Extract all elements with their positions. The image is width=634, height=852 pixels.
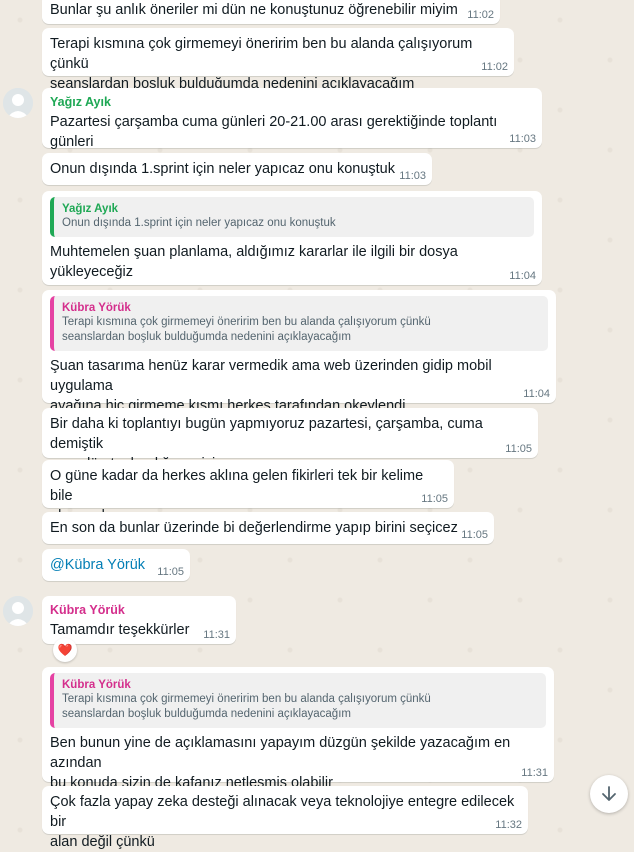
quoted-sender: Kübra Yörük — [62, 302, 131, 314]
message-bubble[interactable]: En son da bunlar üzerinde bi değerlendir… — [42, 512, 494, 544]
message-text: Bunlar şu anlık öneriler mi dün ne konuş… — [50, 2, 458, 18]
message-text: Çok fazla yapay zeka desteği alınacak ve… — [50, 794, 515, 850]
avatar[interactable] — [3, 88, 33, 118]
message-text: Ben bunun yine de açıklamasını yapayım d… — [50, 735, 511, 791]
message-text: Terapi kısmına çok girmemeyi öneririm be… — [50, 36, 473, 92]
message-time: 11:03 — [399, 170, 426, 182]
message-text: En son da bunlar üzerinde bi değerlendir… — [50, 520, 458, 536]
message-text: Tamamdır teşekkürler — [50, 622, 190, 638]
message-time: 11:02 — [481, 61, 508, 73]
sender-name[interactable]: Kübra Yörük — [50, 602, 228, 618]
quoted-sender: Kübra Yörük — [62, 679, 131, 691]
message-text: Muhtemelen şuan planlama, aldığımız kara… — [50, 244, 462, 280]
message-time: 11:05 — [461, 529, 488, 541]
message-text: Şuan tasarıma henüz karar vermedik ama w… — [50, 358, 492, 414]
message-bubble[interactable]: Terapi kısmına çok girmemeyi öneririm be… — [42, 28, 514, 92]
quoted-message[interactable]: Yağız Ayık Onun dışında 1.sprint için ne… — [50, 197, 534, 237]
message-bubble[interactable]: Kübra Yörük Terapi kısmına çok girmemeyi… — [42, 290, 556, 414]
message-bubble[interactable]: Bunlar şu anlık öneriler mi dün ne konuş… — [42, 0, 500, 24]
message-text: Pazartesi çarşamba cuma günleri 20-21.00… — [50, 114, 502, 150]
message-time: 11:04 — [509, 270, 536, 282]
message-bubble[interactable]: Kübra Yörük Terapi kısmına çok girmemeyi… — [42, 667, 554, 791]
message-bubble[interactable]: Kübra Yörük Tamamdır teşekkürler 11:31 — [42, 596, 236, 644]
message-bubble[interactable]: Yağız Ayık Pazartesi çarşamba cuma günle… — [42, 88, 542, 150]
message-time: 11:31 — [521, 767, 548, 779]
message-time: 11:05 — [505, 443, 532, 455]
message-bubble[interactable]: Bir daha ki toplantıyı bugün yapmıyoruz … — [42, 408, 538, 472]
scroll-to-bottom-button[interactable] — [590, 775, 628, 813]
message-bubble[interactable]: Çok fazla yapay zeka desteği alınacak ve… — [42, 786, 528, 850]
message-time: 11:05 — [421, 493, 448, 505]
message-bubble[interactable]: O güne kadar da herkes aklına gelen fiki… — [42, 460, 454, 524]
quoted-message[interactable]: Kübra Yörük Terapi kısmına çok girmemeyi… — [50, 673, 546, 728]
message-time: 11:31 — [203, 629, 230, 641]
quoted-text: Terapi kısmına çok girmemeyi öneririm be… — [62, 693, 431, 720]
quoted-text: Terapi kısmına çok girmemeyi öneririm be… — [62, 316, 431, 343]
message-text: Onun dışında 1.sprint için neler yapıcaz… — [50, 161, 395, 177]
message-bubble[interactable]: Onun dışında 1.sprint için neler yapıcaz… — [42, 153, 432, 185]
quoted-text: Onun dışında 1.sprint için neler yapıcaz… — [62, 217, 336, 229]
message-time: 11:32 — [495, 819, 522, 831]
quoted-message[interactable]: Kübra Yörük Terapi kısmına çok girmemeyi… — [50, 296, 548, 351]
message-time: 11:03 — [509, 133, 536, 145]
message-bubble[interactable]: @Kübra Yörük 11:05 — [42, 549, 190, 581]
default-avatar-icon — [3, 596, 33, 626]
quoted-sender: Yağız Ayık — [62, 203, 119, 215]
default-avatar-icon — [3, 88, 33, 118]
arrow-down-icon — [602, 786, 616, 801]
message-time: 11:04 — [523, 388, 550, 400]
heart-icon: ❤️ — [57, 643, 73, 657]
avatar[interactable] — [3, 596, 33, 626]
message-time: 11:05 — [157, 566, 184, 578]
reaction-badge[interactable]: ❤️ — [53, 638, 77, 662]
sender-name[interactable]: Yağız Ayık — [50, 94, 534, 110]
message-time: 11:02 — [467, 9, 494, 21]
message-bubble[interactable]: Yağız Ayık Onun dışında 1.sprint için ne… — [42, 191, 542, 285]
